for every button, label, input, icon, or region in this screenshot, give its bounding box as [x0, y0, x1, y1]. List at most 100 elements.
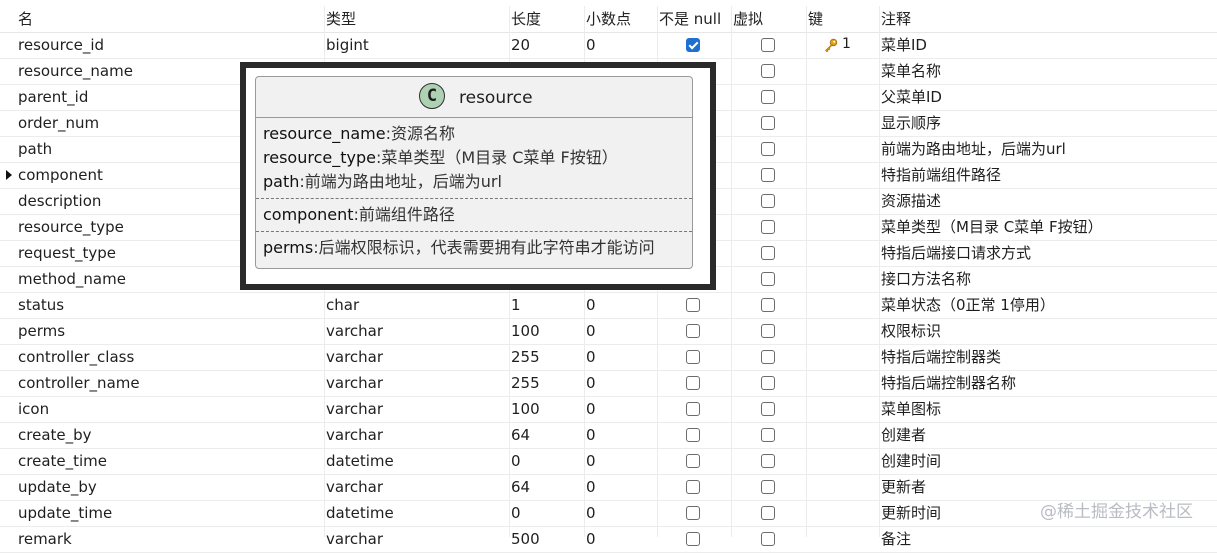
virtual-checkbox[interactable] — [761, 454, 775, 468]
field-length[interactable]: 20 — [511, 33, 581, 58]
virtual-checkbox[interactable] — [761, 38, 775, 52]
field-name[interactable]: create_by — [18, 423, 318, 448]
virtual-checkbox[interactable] — [761, 90, 775, 104]
not-null-checkbox[interactable] — [686, 532, 700, 546]
field-decimals[interactable]: 0 — [586, 423, 656, 448]
field-name[interactable]: create_time — [18, 449, 318, 474]
field-decimals[interactable]: 0 — [586, 33, 656, 58]
table-row[interactable]: create_by varchar 64 0 创建者 — [0, 423, 1217, 449]
not-null-checkbox[interactable] — [686, 350, 700, 364]
field-length[interactable]: 255 — [511, 345, 581, 370]
header-type[interactable]: 类型 — [326, 6, 506, 31]
not-null-checkbox[interactable] — [686, 454, 700, 468]
virtual-checkbox[interactable] — [761, 298, 775, 312]
field-comment[interactable]: 菜单类型（M目录 C菜单 F按钮） — [881, 215, 1211, 240]
virtual-checkbox[interactable] — [761, 168, 775, 182]
virtual-checkbox[interactable] — [761, 194, 775, 208]
field-comment[interactable]: 创建者 — [881, 423, 1211, 448]
field-comment[interactable]: 备注 — [881, 527, 1211, 552]
header-not-null[interactable]: 不是 null — [659, 6, 729, 31]
not-null-checkbox[interactable] — [686, 402, 700, 416]
header-name[interactable]: 名 — [18, 6, 318, 31]
not-null-checkbox[interactable] — [686, 38, 700, 52]
field-name[interactable]: perms — [18, 319, 318, 344]
not-null-checkbox[interactable] — [686, 506, 700, 520]
field-decimals[interactable]: 0 — [586, 293, 656, 318]
header-virtual[interactable]: 虚拟 — [733, 6, 803, 31]
table-row[interactable]: controller_class varchar 255 0 特指后端控制器类 — [0, 345, 1217, 371]
field-length[interactable]: 1 — [511, 293, 581, 318]
field-type[interactable]: varchar — [326, 527, 506, 552]
virtual-checkbox[interactable] — [761, 324, 775, 338]
table-row[interactable]: remark varchar 500 0 备注 — [0, 527, 1217, 553]
virtual-checkbox[interactable] — [761, 116, 775, 130]
field-comment[interactable]: 特指后端接口请求方式 — [881, 241, 1211, 266]
header-length[interactable]: 长度 — [511, 6, 581, 31]
field-type[interactable]: varchar — [326, 423, 506, 448]
header-decimals[interactable]: 小数点 — [586, 6, 656, 31]
header-key[interactable]: 键 — [808, 6, 878, 31]
field-comment[interactable]: 前端为路由地址，后端为url — [881, 137, 1211, 162]
field-type[interactable]: char — [326, 293, 506, 318]
virtual-checkbox[interactable] — [761, 350, 775, 364]
field-comment[interactable]: 资源描述 — [881, 189, 1211, 214]
not-null-checkbox[interactable] — [686, 298, 700, 312]
field-comment[interactable]: 菜单状态（0正常 1停用） — [881, 293, 1211, 318]
virtual-checkbox[interactable] — [761, 428, 775, 442]
virtual-checkbox[interactable] — [761, 506, 775, 520]
field-decimals[interactable]: 0 — [586, 319, 656, 344]
field-comment[interactable]: 菜单名称 — [881, 59, 1211, 84]
table-row[interactable]: status char 1 0 菜单状态（0正常 1停用） — [0, 293, 1217, 319]
virtual-checkbox[interactable] — [761, 142, 775, 156]
virtual-checkbox[interactable] — [761, 220, 775, 234]
virtual-checkbox[interactable] — [761, 480, 775, 494]
field-name[interactable]: controller_class — [18, 345, 318, 370]
field-length[interactable]: 0 — [511, 501, 581, 526]
field-comment[interactable]: 接口方法名称 — [881, 267, 1211, 292]
virtual-checkbox[interactable] — [761, 272, 775, 286]
table-row[interactable]: resource_id bigint 20 0 1 菜单ID — [0, 33, 1217, 59]
not-null-checkbox[interactable] — [686, 324, 700, 338]
field-decimals[interactable]: 0 — [586, 475, 656, 500]
table-row[interactable]: create_time datetime 0 0 创建时间 — [0, 449, 1217, 475]
not-null-checkbox[interactable] — [686, 428, 700, 442]
field-name[interactable]: status — [18, 293, 318, 318]
field-type[interactable]: varchar — [326, 319, 506, 344]
not-null-checkbox[interactable] — [686, 376, 700, 390]
field-comment[interactable]: 创建时间 — [881, 449, 1211, 474]
virtual-checkbox[interactable] — [761, 402, 775, 416]
field-name[interactable]: controller_name — [18, 371, 318, 396]
field-comment[interactable]: 菜单ID — [881, 33, 1211, 58]
field-length[interactable]: 100 — [511, 397, 581, 422]
field-name[interactable]: icon — [18, 397, 318, 422]
field-length[interactable]: 100 — [511, 319, 581, 344]
table-row[interactable]: update_time datetime 0 0 更新时间 — [0, 501, 1217, 527]
field-type[interactable]: bigint — [326, 33, 506, 58]
field-comment[interactable]: 权限标识 — [881, 319, 1211, 344]
field-name[interactable]: resource_id — [18, 33, 318, 58]
field-decimals[interactable]: 0 — [586, 501, 656, 526]
field-comment[interactable]: 显示顺序 — [881, 111, 1211, 136]
field-decimals[interactable]: 0 — [586, 371, 656, 396]
header-comment[interactable]: 注释 — [881, 6, 1211, 31]
field-length[interactable]: 64 — [511, 423, 581, 448]
field-decimals[interactable]: 0 — [586, 397, 656, 422]
field-decimals[interactable]: 0 — [586, 527, 656, 552]
virtual-checkbox[interactable] — [761, 246, 775, 260]
field-comment[interactable]: 特指前端组件路径 — [881, 163, 1211, 188]
field-type[interactable]: datetime — [326, 501, 506, 526]
field-decimals[interactable]: 0 — [586, 345, 656, 370]
virtual-checkbox[interactable] — [761, 376, 775, 390]
not-null-checkbox[interactable] — [686, 480, 700, 494]
field-name[interactable]: update_by — [18, 475, 318, 500]
field-comment[interactable]: 菜单图标 — [881, 397, 1211, 422]
virtual-checkbox[interactable] — [761, 532, 775, 546]
field-length[interactable]: 64 — [511, 475, 581, 500]
field-length[interactable]: 500 — [511, 527, 581, 552]
field-name[interactable]: update_time — [18, 501, 318, 526]
field-decimals[interactable]: 0 — [586, 449, 656, 474]
field-type[interactable]: datetime — [326, 449, 506, 474]
field-comment[interactable]: 特指后端控制器名称 — [881, 371, 1211, 396]
field-length[interactable]: 0 — [511, 449, 581, 474]
table-row[interactable]: icon varchar 100 0 菜单图标 — [0, 397, 1217, 423]
